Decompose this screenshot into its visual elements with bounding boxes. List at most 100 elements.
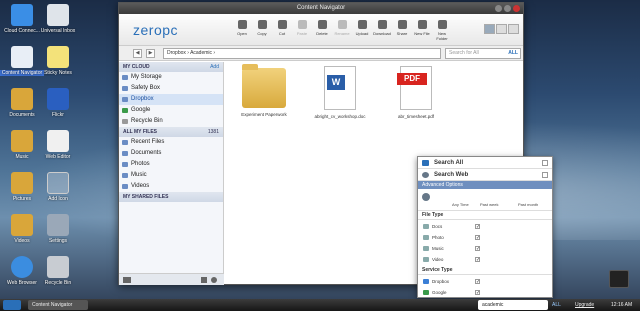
sidebar-item-recent-files[interactable]: Recent Files — [119, 137, 223, 148]
sidebar-item-safety-box[interactable]: Safety Box — [119, 83, 223, 94]
new-file-icon — [417, 20, 427, 29]
service-dropbox[interactable]: Dropbox ✓ — [422, 276, 486, 287]
new-folder-button[interactable]: New Folder — [432, 20, 452, 41]
file-type-options: Docs ✓ Photo ✓ Music ✓ Video ✓ — [418, 220, 552, 266]
sidebar-item-videos[interactable]: Videos — [119, 181, 223, 192]
time-any[interactable]: Any Time — [452, 202, 469, 207]
forward-icon[interactable]: ▶ — [146, 49, 155, 58]
all-icon — [422, 160, 429, 166]
desktop-icon-recycle-bin[interactable]: Recycle Bin — [36, 256, 80, 296]
checkbox[interactable]: ✓ — [475, 246, 480, 252]
taskbar-item-content-navigator[interactable]: Content Navigator — [28, 300, 88, 310]
search-web-option[interactable]: Search Web — [418, 169, 552, 181]
videos-icon — [11, 214, 33, 236]
gear-icon[interactable] — [211, 277, 217, 283]
sidebar-item-recycle-bin[interactable]: Recycle Bin — [119, 116, 223, 127]
address-bar: ◀ ▶ Dropbox › Academic › Search for All … — [119, 46, 523, 61]
trash-icon — [122, 119, 128, 124]
breadcrumb[interactable]: Dropbox › Academic › — [163, 48, 441, 59]
time-filter[interactable]: Any Time Past week Past month — [418, 189, 552, 211]
time-past-month[interactable]: Past month — [518, 202, 538, 207]
file-item[interactable]: W abright_cv_workshop.doc — [301, 62, 379, 119]
open-button[interactable]: Open — [232, 20, 252, 41]
checkbox[interactable]: ✓ — [475, 279, 480, 285]
shared-files-header[interactable]: MY SHARED FILES — [119, 192, 223, 202]
photo-icon — [423, 235, 429, 240]
detail-view-icon[interactable] — [508, 24, 519, 34]
delete-button[interactable]: Delete — [312, 20, 332, 41]
my-cloud-header[interactable]: MY CLOUD Add — [119, 62, 223, 72]
back-icon[interactable]: ◀ — [133, 49, 142, 58]
search-options-popup: Search All Search Web Advanced Options A… — [417, 156, 553, 307]
web-browser-icon — [11, 256, 33, 278]
collapse-icon[interactable] — [542, 160, 548, 166]
content-navigator-icon — [11, 46, 33, 68]
pdf-icon: PDF — [397, 66, 432, 110]
paste-button[interactable]: Paste — [292, 20, 312, 41]
minimize-icon[interactable] — [495, 5, 502, 12]
monitor-icon[interactable] — [123, 277, 131, 283]
sidebar-item-dropbox[interactable]: Dropbox — [119, 94, 223, 105]
all-files-header[interactable]: ALL MY FILES 1381 — [119, 127, 223, 137]
sidebar-item-documents[interactable]: Documents — [119, 148, 223, 159]
file-type-docs[interactable]: Docs ✓ — [422, 221, 486, 232]
sidebar-item-photos[interactable]: Photos — [119, 159, 223, 170]
sidebar-item-my-storage[interactable]: My Storage — [119, 72, 223, 83]
inbox-icon — [47, 4, 69, 26]
share-button[interactable]: Share — [392, 20, 412, 41]
desktop-icon-sticky-notes[interactable]: Sticky Notes — [36, 46, 80, 86]
desktop-icon-web-editor[interactable]: Web Editor — [36, 130, 80, 170]
service-type-header: Service Type — [418, 266, 552, 275]
taskbar-search-input[interactable]: academic — [478, 300, 548, 310]
file-type-photo[interactable]: Photo ✓ — [422, 232, 486, 243]
desktop-icon-add[interactable]: Add Icon — [36, 172, 80, 212]
desktop-icon-settings[interactable]: Settings — [36, 214, 80, 254]
checkbox[interactable]: ✓ — [475, 235, 480, 241]
time-past-week[interactable]: Past week — [480, 202, 498, 207]
checkbox[interactable]: ✓ — [475, 257, 480, 263]
sidebar-item-music[interactable]: Music — [119, 170, 223, 181]
desktop-icon-universal-inbox[interactable]: Universal Inbox — [36, 4, 80, 44]
checkbox[interactable]: ✓ — [475, 224, 480, 230]
window-titlebar[interactable]: Content Navigator — [119, 3, 523, 14]
download-button[interactable]: Download — [372, 20, 392, 41]
desktop-icon-flickr[interactable]: Flickr — [36, 88, 80, 128]
search-all-option[interactable]: Search All — [418, 157, 552, 169]
service-google[interactable]: Google ✓ — [422, 287, 486, 298]
search-scope-dropdown[interactable]: ALL — [508, 49, 518, 58]
tray-widget-icon[interactable] — [609, 270, 629, 288]
file-item[interactable]: PDF abr_timesheet.pdf — [377, 62, 455, 119]
google-drive-icon — [423, 290, 429, 295]
maximize-icon[interactable] — [504, 5, 511, 12]
google-icon — [122, 108, 128, 113]
new-file-button[interactable]: New File — [412, 20, 432, 41]
search-web-checkbox[interactable] — [542, 172, 548, 178]
download-icon — [377, 20, 387, 29]
close-icon[interactable] — [513, 5, 520, 12]
file-item[interactable]: Experiment Paperwork — [225, 62, 303, 117]
search-input[interactable]: Search for All ALL — [445, 48, 521, 59]
upload-button[interactable]: Upload — [352, 20, 372, 41]
open-icon — [237, 20, 247, 29]
grid-view-icon[interactable] — [484, 24, 495, 34]
copy-button[interactable]: Copy — [252, 20, 272, 41]
sidebar-item-google[interactable]: Google — [119, 105, 223, 116]
file-name: Experiment Paperwork — [241, 112, 287, 117]
file-type-music[interactable]: Music ✓ — [422, 243, 486, 254]
advanced-options-header: Advanced Options — [418, 181, 552, 189]
cut-button[interactable]: Cut — [272, 20, 292, 41]
start-button[interactable] — [3, 300, 21, 310]
folder-icon — [242, 64, 286, 108]
file-type-video[interactable]: Video ✓ — [422, 254, 486, 265]
list-view-icon[interactable] — [496, 24, 507, 34]
photo-icon — [122, 162, 128, 167]
add-cloud-link[interactable]: Add — [210, 62, 219, 72]
taskbar-search-scope[interactable]: ALL — [552, 299, 561, 311]
checkbox[interactable]: ✓ — [475, 290, 480, 296]
info-icon[interactable] — [201, 277, 207, 283]
taskbar: Content Navigator academic ALL Upgrade 1… — [0, 299, 640, 311]
rename-button[interactable]: Rename — [332, 20, 352, 41]
recycle-bin-icon — [47, 256, 69, 278]
storage-icon — [122, 75, 128, 80]
upgrade-link[interactable]: Upgrade — [575, 299, 594, 311]
